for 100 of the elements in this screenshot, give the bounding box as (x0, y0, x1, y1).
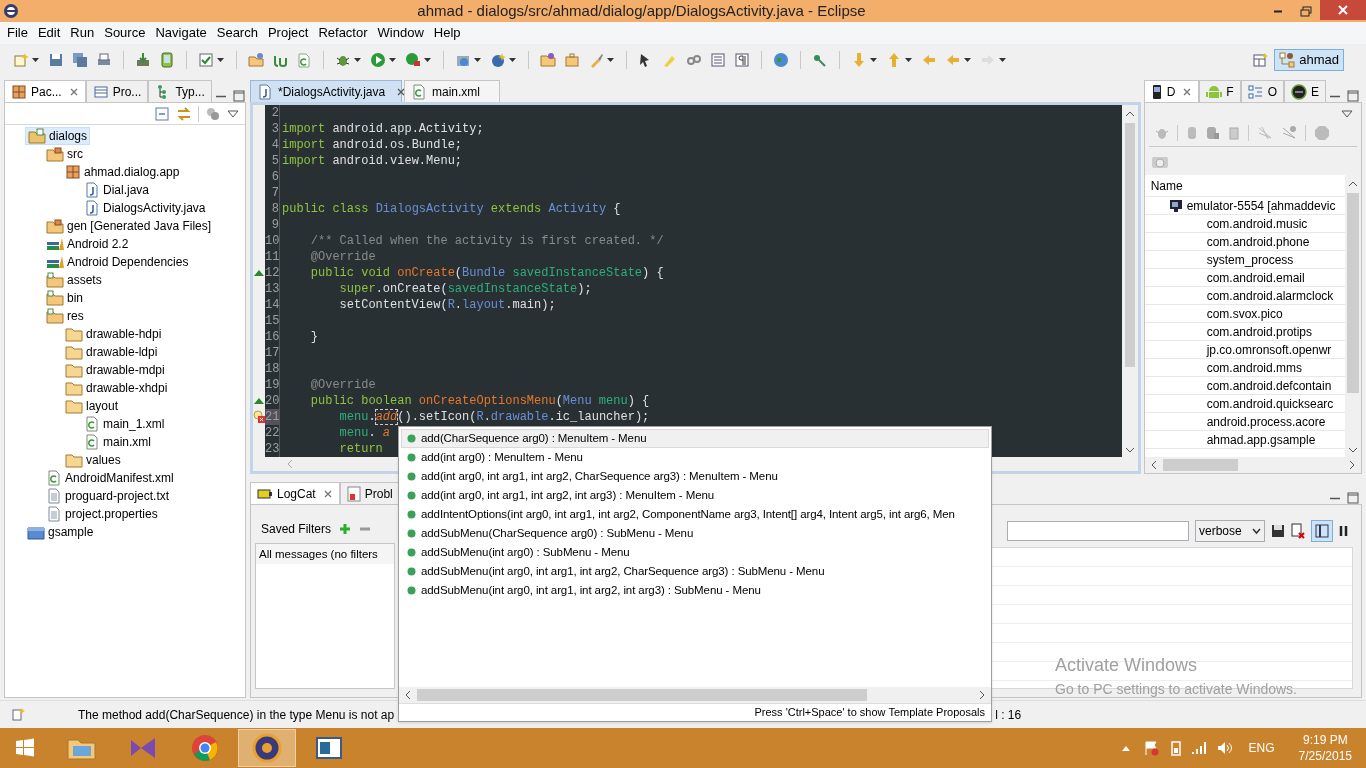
line-number: 4 (270, 137, 279, 153)
completion-item[interactable]: addSubMenu(int arg0) : SubMenu - Menu (401, 543, 989, 562)
tree-item[interactable]: dialogs (25, 127, 91, 145)
tree-item[interactable]: drawable-ldpi (63, 343, 160, 361)
completion-item[interactable]: add(int arg0, int arg1, int arg2, CharSequence arg3) : MenuItem - Menu (401, 467, 989, 486)
completion-item[interactable]: add(int arg0, int arg1, int arg2, int arg3) : MenuItem - Menu (401, 486, 989, 505)
tree-item[interactable]: project.properties (44, 505, 160, 523)
view-tab[interactable]: D (1143, 80, 1200, 102)
process-row[interactable]: com.android.phone (1144, 233, 1345, 251)
line-number: 11 (265, 249, 279, 265)
tree-item[interactable]: values (63, 451, 123, 469)
completion-item[interactable]: add(CharSequence arg0) : MenuItem - Menu (401, 429, 989, 448)
link-editor-icon (176, 105, 192, 122)
view-tab[interactable]: Typ... (148, 80, 212, 102)
tree-item[interactable]: gen [Generated Java Files] (44, 217, 214, 235)
device-row[interactable]: emulator-5554 [ahmaddevic (1144, 197, 1345, 215)
view-tab[interactable]: Pro... (85, 80, 149, 102)
process-row[interactable]: system_process (1144, 251, 1345, 269)
process-row[interactable]: com.android.mms (1144, 359, 1345, 377)
menu-item[interactable]: Search (211, 23, 263, 43)
tree-item[interactable]: Android 2.2 (44, 235, 131, 253)
code-line: return (338, 442, 383, 456)
process-row[interactable]: com.svox.pico (1144, 305, 1345, 323)
trash-icon (1227, 124, 1240, 141)
toggle-view-button[interactable] (1311, 520, 1333, 542)
project-folder-icon (28, 128, 46, 144)
menu-item[interactable]: Help (428, 23, 466, 43)
horizontal-scrollbar[interactable] (399, 687, 991, 703)
method-dot-icon (407, 510, 416, 519)
view-tab[interactable]: LogCat (250, 482, 340, 504)
scroll-up-icon (1348, 179, 1358, 189)
process-row[interactable]: com.android.email (1144, 269, 1345, 287)
close-button[interactable] (1320, 0, 1366, 20)
tree-item[interactable]: layout (63, 397, 121, 415)
scroll-right-icon (977, 690, 987, 700)
process-row[interactable]: ahmad.app.gsample (1144, 431, 1345, 449)
perspective-button[interactable]: ahmad (1274, 49, 1344, 71)
menu-item[interactable]: Edit (32, 23, 66, 43)
activation-title: Activate Windows (1055, 654, 1199, 677)
menu-item[interactable]: File (2, 23, 33, 43)
completion-item[interactable]: addSubMenu(int arg0, int arg1, int arg2, int arg3) : SubMenu - Menu (401, 581, 989, 600)
process-row[interactable]: com.android.defcontain (1144, 377, 1345, 395)
problems-icon (346, 485, 361, 502)
tree-item[interactable]: assets (44, 271, 104, 289)
process-row[interactable]: jp.co.omronsoft.openwr (1144, 341, 1345, 359)
editor-tab[interactable]: main.xml (404, 80, 500, 102)
tree-item[interactable]: main.xml (82, 433, 153, 451)
collapse-all-icon (154, 105, 170, 122)
line-number: 17 (265, 345, 279, 361)
process-row[interactable]: com.android.alarmclock (1144, 287, 1345, 305)
cylinder-icon (1205, 124, 1220, 141)
tree-item[interactable]: drawable-mdpi (63, 361, 167, 379)
key-icon (812, 52, 828, 68)
completion-item[interactable]: add(int arg0) : MenuItem - Menu (401, 448, 989, 467)
search-field[interactable] (1007, 521, 1189, 541)
tree-item[interactable]: drawable-hdpi (63, 325, 164, 343)
completion-item[interactable]: addIntentOptions(int arg0, int arg1, int arg2, ComponentName arg3, Intent[] arg4, Intent arg5, int arg6, Men (401, 505, 989, 524)
completion-item[interactable]: addSubMenu(CharSequence arg0) : SubMenu - Menu (401, 524, 989, 543)
menu-item[interactable]: Source (99, 23, 151, 43)
view-tab[interactable]: Pac... (4, 80, 86, 102)
view-tab[interactable]: F (1199, 80, 1241, 102)
view-menu-icon (227, 108, 239, 119)
process-row[interactable]: android.process.acore (1144, 413, 1345, 431)
code-line: import android.os.Bundle; (282, 138, 463, 152)
tree-item[interactable]: res (44, 307, 86, 325)
tree-item[interactable]: proguard-project.txt (44, 487, 172, 505)
tree-item[interactable]: AndroidManifest.xml (44, 469, 176, 487)
tree-item[interactable]: Android Dependencies (44, 253, 191, 271)
taskbar-app[interactable] (238, 729, 296, 767)
minimize-view-icon (1329, 496, 1341, 500)
tree-item[interactable]: bin (44, 289, 85, 307)
folder-icon (46, 290, 64, 306)
tree-item[interactable]: Dial.java (82, 181, 152, 199)
column-header[interactable]: Name (1144, 175, 1345, 197)
tree-item[interactable]: src (44, 145, 85, 163)
tree-item[interactable]: ahmad.dialog.app (63, 163, 182, 181)
process-row[interactable]: com.android.quicksearc (1144, 395, 1345, 413)
menu-item[interactable]: Run (65, 23, 100, 43)
line-number: 8 (270, 201, 279, 217)
filter-item[interactable]: All messages (no filters (256, 544, 394, 564)
tree-item[interactable]: main_1.xml (82, 415, 167, 433)
tray-arrow-icon (1120, 744, 1131, 752)
editor-tab[interactable]: *DialogsActivity.java (250, 80, 402, 102)
tree-item[interactable]: gsample (25, 523, 96, 541)
status-message: The method add(CharSequence) in the type Menu is not ap (78, 706, 395, 724)
source-folder-icon (46, 218, 64, 234)
menu-item[interactable]: Window (372, 23, 429, 43)
level-dropdown[interactable]: verbose (1195, 520, 1265, 542)
view-tab[interactable]: Probl (339, 482, 400, 504)
process-row[interactable]: com.android.music (1144, 215, 1345, 233)
view-tab[interactable]: O (1240, 80, 1284, 102)
menu-item[interactable]: Project (262, 23, 314, 43)
completion-item[interactable]: addSubMenu(int arg0, int arg1, int arg2, CharSequence arg3) : SubMenu - Menu (401, 562, 989, 581)
menu-item[interactable]: Navigate (150, 23, 212, 43)
tree-item[interactable]: drawable-xhdpi (63, 379, 170, 397)
tree-item[interactable]: DialogsActivity.java (82, 199, 208, 217)
hint-text: Press 'Ctrl+Space' to show Template Proposals (754, 705, 985, 721)
view-tab[interactable]: E (1284, 80, 1326, 102)
process-row[interactable]: com.android.protips (1144, 323, 1345, 341)
menu-item[interactable]: Refactor (313, 23, 373, 43)
